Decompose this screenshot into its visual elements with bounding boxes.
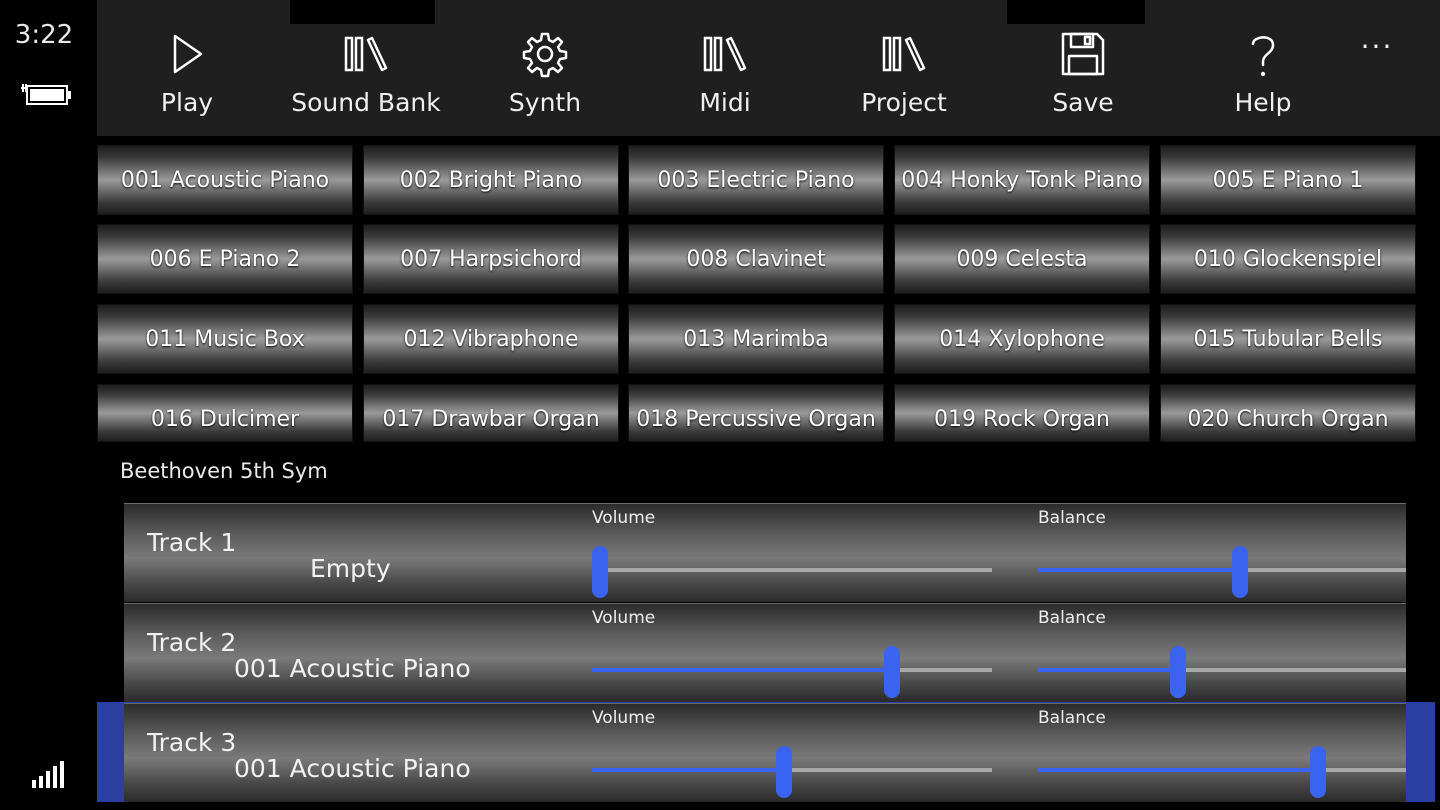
instrument-button[interactable]: 008 Clavinet xyxy=(628,224,884,294)
sound-bank-label: Sound Bank xyxy=(291,88,441,117)
volume-label: Volume xyxy=(592,608,656,628)
volume-slider[interactable] xyxy=(592,746,992,798)
sound-bank-button[interactable]: Sound Bank xyxy=(286,0,446,136)
instrument-button[interactable]: 020 Church Organ xyxy=(1160,384,1416,442)
battery-charging-icon xyxy=(21,84,71,105)
instrument-button[interactable]: 017 Drawbar Organ xyxy=(363,384,619,442)
track-row[interactable]: Track 2 001 Acoustic Piano Volume Balanc… xyxy=(124,603,1406,702)
instrument-button[interactable]: 006 E Piano 2 xyxy=(97,224,353,294)
slider-thumb[interactable] xyxy=(1232,546,1249,598)
track-name: Track 1 xyxy=(147,528,237,557)
track-instrument: Empty xyxy=(310,554,391,583)
play-icon xyxy=(173,34,203,74)
library-icon xyxy=(703,36,747,72)
instrument-button[interactable]: 015 Tubular Bells xyxy=(1160,304,1416,374)
instrument-button[interactable]: 016 Dulcimer xyxy=(97,384,353,442)
instrument-button[interactable]: 005 E Piano 1 xyxy=(1160,145,1416,215)
synth-label: Synth xyxy=(508,88,582,117)
balance-slider[interactable] xyxy=(1038,746,1406,798)
question-mark-icon xyxy=(1251,36,1275,77)
instrument-button[interactable]: 013 Marimba xyxy=(628,304,884,374)
play-button[interactable]: Play xyxy=(127,0,247,136)
instrument-button[interactable]: 012 Vibraphone xyxy=(363,304,619,374)
track-instrument: 001 Acoustic Piano xyxy=(234,654,471,683)
signal-bars-icon xyxy=(32,761,64,788)
slider-thumb[interactable] xyxy=(884,646,900,698)
instrument-button[interactable]: 003 Electric Piano xyxy=(628,145,884,215)
instrument-button[interactable]: 007 Harpsichord xyxy=(363,224,619,294)
volume-label: Volume xyxy=(592,708,656,728)
track-row[interactable]: Track 1 Empty Volume Balance xyxy=(124,503,1406,602)
instrument-button[interactable]: 002 Bright Piano xyxy=(363,145,619,215)
slider-rail xyxy=(592,568,992,572)
balance-label: Balance xyxy=(1038,708,1106,728)
instrument-button[interactable]: 019 Rock Organ xyxy=(894,384,1150,442)
balance-label: Balance xyxy=(1038,508,1106,528)
more-options-button[interactable]: ··· xyxy=(1355,30,1399,74)
balance-label: Balance xyxy=(1038,608,1106,628)
help-button[interactable]: Help xyxy=(1203,0,1323,136)
clock: 3:22 xyxy=(14,20,74,50)
instrument-button[interactable]: 004 Honky Tonk Piano xyxy=(894,145,1150,215)
track-name: Track 2 xyxy=(147,628,237,657)
volume-slider[interactable] xyxy=(592,546,992,598)
floppy-disk-icon xyxy=(1061,32,1105,76)
project-button[interactable]: Project xyxy=(844,0,964,136)
slider-thumb[interactable] xyxy=(1309,746,1326,798)
slider-fill xyxy=(592,768,784,772)
library-icon xyxy=(344,36,388,72)
balance-slider[interactable] xyxy=(1038,546,1406,598)
slider-fill xyxy=(1038,768,1318,772)
synth-button[interactable]: Synth xyxy=(485,0,605,136)
system-status-bar: 3:22 xyxy=(0,0,97,810)
balance-slider[interactable] xyxy=(1038,646,1406,698)
instrument-button[interactable]: 009 Celesta xyxy=(894,224,1150,294)
slider-thumb[interactable] xyxy=(1169,646,1186,698)
slider-fill xyxy=(592,668,892,672)
track-instrument: 001 Acoustic Piano xyxy=(234,754,471,783)
midi-button[interactable]: Midi xyxy=(665,0,785,136)
volume-slider[interactable] xyxy=(592,646,992,698)
project-label: Project xyxy=(861,88,947,117)
help-label: Help xyxy=(1234,88,1292,117)
track-row-selected[interactable]: Track 3 001 Acoustic Piano Volume Balanc… xyxy=(124,703,1406,802)
volume-label: Volume xyxy=(592,508,656,528)
project-title: Beethoven 5th Sym xyxy=(120,459,328,483)
track-name: Track 3 xyxy=(147,728,237,757)
midi-label: Midi xyxy=(699,88,751,117)
instrument-button[interactable]: 018 Percussive Organ xyxy=(628,384,884,442)
command-bar: Play Sound Bank Synth Midi Project Save … xyxy=(97,0,1440,136)
slider-thumb[interactable] xyxy=(592,546,608,598)
slider-fill xyxy=(1038,568,1241,572)
slider-fill xyxy=(1038,668,1178,672)
instrument-button[interactable]: 011 Music Box xyxy=(97,304,353,374)
gear-icon xyxy=(522,32,568,78)
instrument-button[interactable]: 010 Glockenspiel xyxy=(1160,224,1416,294)
save-label: Save xyxy=(1052,88,1114,117)
instrument-button[interactable]: 014 Xylophone xyxy=(894,304,1150,374)
save-button[interactable]: Save xyxy=(1023,0,1143,136)
play-label: Play xyxy=(160,88,214,117)
instrument-button[interactable]: 001 Acoustic Piano xyxy=(97,145,353,215)
slider-thumb[interactable] xyxy=(776,746,792,798)
library-icon xyxy=(882,36,926,72)
